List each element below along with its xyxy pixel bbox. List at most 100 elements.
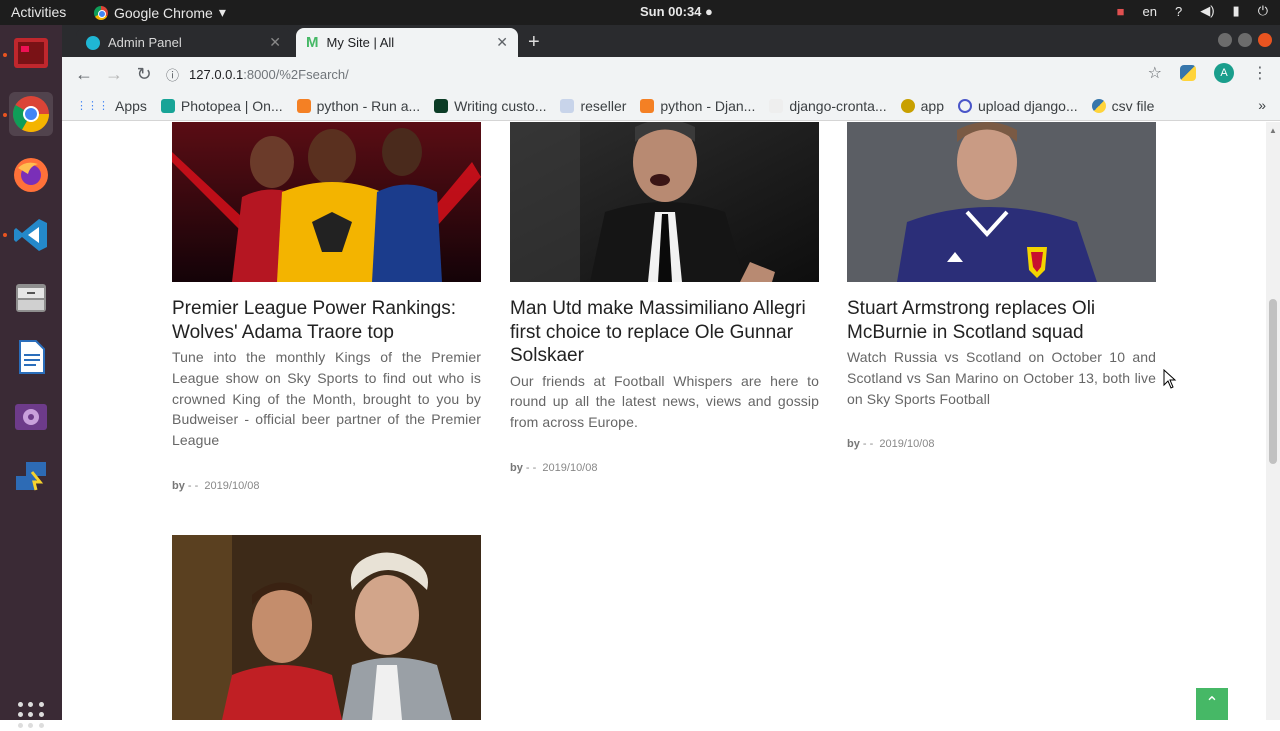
python-extension-icon[interactable] [1180, 65, 1196, 81]
article-meta: by - - 2019/10/08 [172, 480, 481, 492]
stackoverflow-icon [640, 98, 655, 113]
running-indicator [3, 113, 7, 117]
article-image[interactable] [172, 122, 481, 282]
url-path: :8000/%2Fsearch/ [243, 67, 349, 82]
vscode-icon [14, 219, 47, 251]
loader-icon [957, 98, 972, 113]
minimize-button[interactable] [1218, 33, 1232, 47]
tab-strip: Admin Panel ✕ M My Site | All ✕ + [62, 25, 1280, 57]
show-applications-icon[interactable] [15, 699, 47, 731]
dock-writer-app[interactable] [9, 335, 53, 379]
tab-label: Admin Panel [108, 35, 182, 50]
system-tray[interactable]: ■ en ? ◀) ▮ ⏻ [1117, 3, 1268, 19]
bookmark-reseller[interactable]: reseller [560, 98, 626, 114]
bookmark-csv-file[interactable]: csv file [1091, 98, 1154, 114]
back-to-top-button[interactable]: ⌃ [1196, 688, 1228, 720]
more-bookmarks-icon[interactable]: » [1258, 97, 1266, 113]
activities-button[interactable]: Activities [11, 4, 66, 20]
firefox-icon [14, 158, 48, 192]
tab-my-site[interactable]: M My Site | All ✕ [296, 28, 518, 57]
article-author[interactable]: - - [863, 438, 873, 450]
article-author[interactable]: - - [526, 462, 536, 474]
article-image[interactable] [172, 535, 481, 720]
bookmark-python-run[interactable]: python - Run a... [296, 98, 420, 114]
close-window-button[interactable] [1258, 33, 1272, 47]
volume-icon: ◀) [1200, 3, 1215, 18]
app-menu[interactable]: Google Chrome ▾ [94, 4, 226, 21]
system-top-bar: Activities Google Chrome ▾ Sun 00:34 ● ■… [0, 0, 1280, 25]
article-date: 2019/10/08 [204, 479, 260, 492]
bookmark-python-django[interactable]: python - Djan... [640, 98, 755, 114]
battery-icon: ▮ [1232, 3, 1240, 18]
bookmark-upload-django[interactable]: upload django... [957, 97, 1078, 114]
article-meta: by - - 2019/10/08 [510, 462, 819, 474]
dock-terminal-app[interactable] [9, 31, 53, 75]
bookmark-label: reseller [580, 97, 627, 114]
url-host: 127.0.0.1 [189, 67, 244, 82]
scrollbar-thumb[interactable] [1269, 299, 1277, 464]
tab-favicon-icon [86, 35, 100, 50]
tab-label: My Site | All [326, 35, 395, 50]
bookmark-app[interactable]: app [900, 97, 944, 114]
article-image[interactable] [510, 122, 819, 282]
bookmark-star-icon[interactable]: ☆ [1148, 63, 1162, 83]
bookmark-label: python - Djan... [660, 97, 756, 114]
article-image[interactable] [847, 122, 1156, 282]
running-indicator [3, 233, 7, 237]
bookmark-writing-custom[interactable]: Writing custo... [434, 98, 546, 114]
running-indicator [3, 53, 7, 57]
dock-files-app[interactable] [9, 275, 53, 319]
article-card[interactable]: Premier League Power Rankings: Wolves' A… [172, 122, 481, 492]
toolbar-actions: ☆ A ⋮ [1148, 63, 1268, 83]
address-bar[interactable]: ⓘ 127.0.0.1:8000/%2Fsearch/ [166, 61, 1126, 88]
article-card[interactable]: Man Utd make Massimiliano Allegri first … [510, 122, 819, 474]
dock-vscode-app[interactable] [9, 213, 53, 257]
article-meta: by - - 2019/10/08 [847, 438, 1156, 450]
apps-grid-icon: ⋮⋮⋮ [76, 100, 109, 112]
tab-admin-panel[interactable]: Admin Panel ✕ [76, 28, 291, 57]
close-icon[interactable]: ✕ [269, 34, 281, 51]
dock-video-app[interactable] [9, 395, 53, 439]
bookmark-photopea[interactable]: Photopea | On... [160, 98, 283, 114]
chrome-icon [94, 5, 108, 20]
article-excerpt: Watch Russia vs Scotland on October 10 a… [847, 349, 1156, 407]
reload-icon[interactable]: ↻ [129, 64, 159, 85]
article-title[interactable]: Man Utd make Massimiliano Allegri first … [510, 297, 819, 368]
by-label: by [172, 479, 185, 492]
by-label: by [510, 461, 523, 474]
bookmark-label: upload django... [977, 97, 1078, 114]
article-title[interactable]: Premier League Power Rankings: Wolves' A… [172, 297, 481, 344]
back-arrow-icon[interactable]: ← [69, 64, 99, 85]
help-icon: ? [1174, 3, 1183, 19]
article-author[interactable]: - - [188, 480, 198, 492]
forward-arrow-icon[interactable]: → [99, 64, 129, 85]
stackoverflow-icon [296, 98, 311, 113]
page-scrollbar[interactable]: ▲ [1266, 122, 1280, 720]
page-icon [560, 98, 575, 113]
avatar[interactable]: A [1214, 63, 1234, 83]
tab-favicon-icon: M [306, 34, 319, 51]
clock[interactable]: Sun 00:34 ● [640, 4, 713, 19]
article-card[interactable] [172, 535, 481, 720]
by-label: by [847, 438, 860, 451]
article-card[interactable]: Stuart Armstrong replaces Oli McBurnie i… [847, 122, 1156, 450]
scroll-up-icon[interactable]: ▲ [1269, 126, 1277, 135]
video-editor-icon [15, 404, 47, 430]
dock-chrome-app[interactable] [9, 92, 53, 136]
bookmark-apps[interactable]: ⋮⋮⋮ Apps [76, 98, 147, 114]
dock [0, 25, 62, 728]
bookmark-label: app [920, 97, 944, 114]
dock-remote-app[interactable] [9, 455, 53, 499]
article-title[interactable]: Stuart Armstrong replaces Oli McBurnie i… [847, 297, 1156, 344]
new-tab-button[interactable]: + [528, 31, 540, 54]
language-indicator[interactable]: en [1143, 4, 1157, 19]
close-icon[interactable]: ✕ [496, 34, 508, 51]
chrome-icon [12, 96, 50, 133]
photopea-icon [160, 98, 175, 113]
menu-kebab-icon[interactable]: ⋮ [1252, 63, 1268, 83]
dock-firefox-app[interactable] [9, 153, 53, 197]
article-excerpt: Our friends at Football Whispers are her… [510, 372, 819, 431]
browser-toolbar: ← → ↻ ⓘ 127.0.0.1:8000/%2Fsearch/ ☆ A ⋮ [62, 57, 1280, 91]
maximize-button[interactable] [1238, 33, 1252, 47]
bookmark-django-crontab[interactable]: django-cronta... [769, 98, 887, 114]
